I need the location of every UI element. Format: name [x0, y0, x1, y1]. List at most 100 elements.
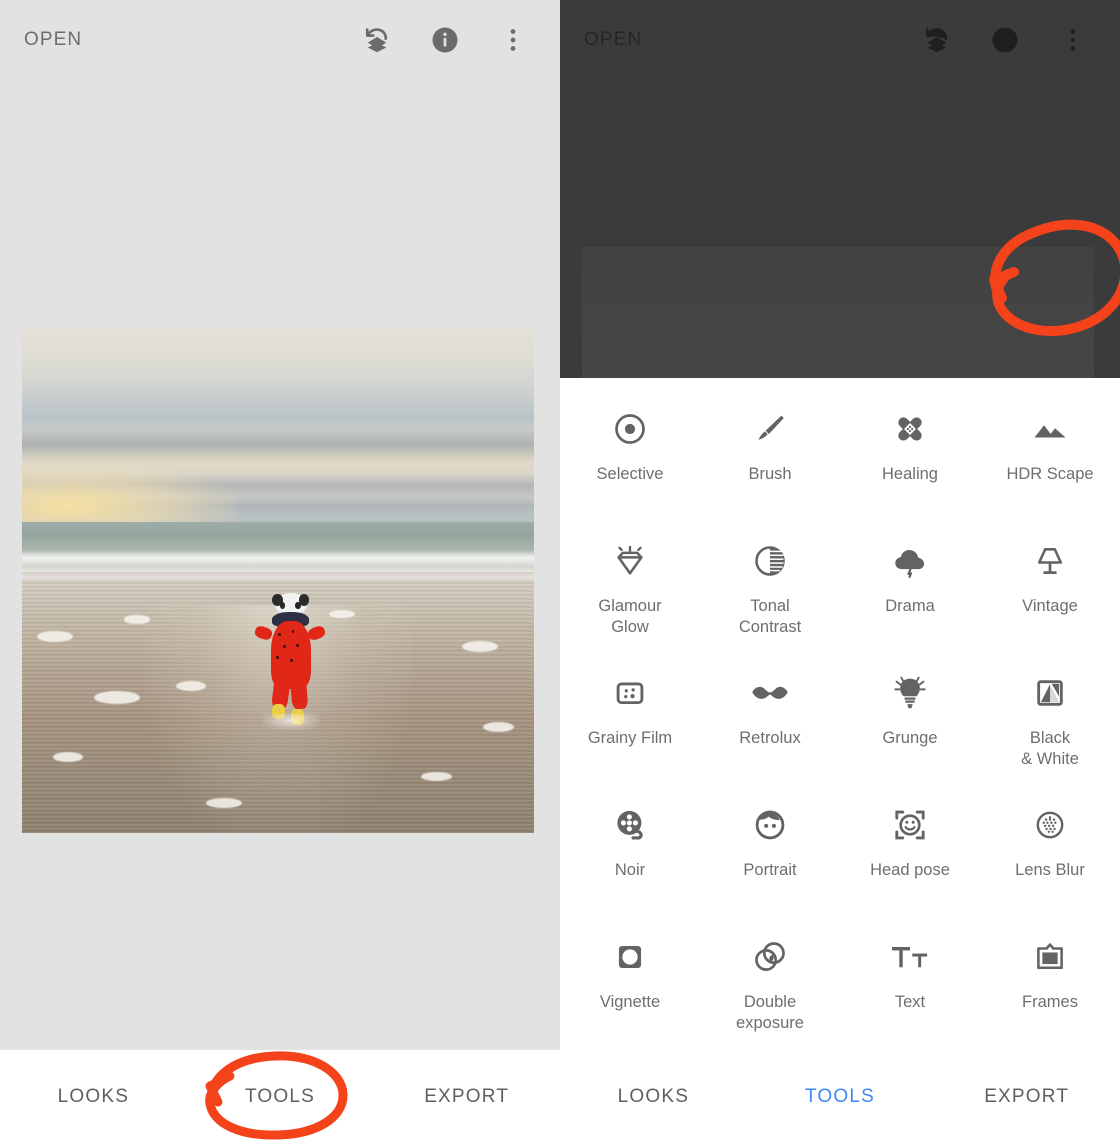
selective-icon	[612, 408, 648, 450]
left-bottom-nav: LOOKS TOOLS EXPORT	[0, 1050, 560, 1143]
tool-label: Noir	[614, 861, 646, 879]
tool-head-pose[interactable]: Head pose	[840, 788, 980, 920]
tool-grunge[interactable]: Grunge	[840, 656, 980, 788]
tool-black-and-white[interactable]: Black & White	[980, 656, 1120, 788]
ladybug-dot	[282, 645, 286, 649]
tool-label: Grunge	[882, 729, 938, 747]
tool-label: Vintage	[1022, 597, 1078, 615]
left-topbar-actions	[362, 25, 536, 55]
ladybug-dot	[276, 656, 280, 660]
healing-icon	[892, 408, 928, 450]
ladybug-dot	[289, 659, 293, 663]
frames-icon	[1033, 936, 1067, 978]
photo-foam	[124, 615, 150, 624]
nav-tab-export[interactable]: EXPORT	[933, 1086, 1120, 1108]
tool-label: Tonal Contrast	[738, 597, 802, 636]
water-splash	[262, 714, 319, 730]
tool-label: Double exposure	[736, 993, 804, 1032]
leg	[289, 674, 309, 710]
tool-selective[interactable]: Selective	[560, 392, 700, 524]
tool-drama[interactable]: Drama	[840, 524, 980, 656]
undo-layers-icon[interactable]	[362, 25, 392, 55]
tool-label: Text	[894, 993, 926, 1011]
photo-stage[interactable]	[0, 80, 560, 1050]
tonal-contrast-icon	[752, 540, 788, 582]
right-panel-tools-open: OPEN Selective Brush Healing HDR Scape G…	[560, 0, 1120, 1143]
undo-layers-icon[interactable]	[922, 25, 952, 55]
nav-tab-export[interactable]: EXPORT	[373, 1086, 560, 1108]
black-and-white-icon	[1033, 672, 1067, 714]
hdr-scape-icon	[1031, 408, 1069, 450]
left-panel-before-state: OPEN LOOKS TOOLS EXPORT	[0, 0, 560, 1143]
right-topbar-actions	[922, 25, 1096, 55]
ladybug-dot	[296, 644, 300, 648]
tool-label: Glamour Glow	[598, 597, 662, 636]
panda-eye	[295, 602, 301, 609]
open-button-left[interactable]: OPEN	[24, 29, 82, 51]
lens-blur-icon	[1033, 804, 1067, 846]
tools-grid: Selective Brush Healing HDR Scape Glamou…	[560, 378, 1120, 1052]
photo-foam	[482, 721, 514, 732]
grainy-film-icon	[613, 672, 647, 714]
ladybug-dot	[277, 633, 281, 637]
tool-vintage[interactable]: Vintage	[980, 524, 1120, 656]
tool-label: Drama	[885, 597, 935, 615]
tool-frames[interactable]: Frames	[980, 920, 1120, 1052]
tool-hdr-scape[interactable]: HDR Scape	[980, 392, 1120, 524]
open-button-right[interactable]: OPEN	[584, 29, 642, 51]
double-exposure-icon	[752, 936, 788, 978]
ladybug-dot	[291, 630, 295, 634]
info-icon[interactable]	[990, 25, 1020, 55]
info-icon[interactable]	[430, 25, 460, 55]
tool-label: Grainy Film	[587, 729, 673, 747]
right-topbar: OPEN	[560, 0, 1120, 80]
tool-text[interactable]: Text	[840, 920, 980, 1052]
tool-portrait[interactable]: Portrait	[700, 788, 840, 920]
text-icon	[890, 936, 930, 978]
left-topbar: OPEN	[0, 0, 560, 80]
head-pose-icon	[892, 804, 928, 846]
tool-glamour-glow[interactable]: Glamour Glow	[560, 524, 700, 656]
tool-retrolux[interactable]: Retrolux	[700, 656, 840, 788]
overflow-menu-icon[interactable]	[1058, 25, 1088, 55]
photo-foam	[462, 640, 499, 652]
nav-tab-looks[interactable]: LOOKS	[560, 1086, 747, 1108]
glamour-glow-icon	[612, 540, 648, 582]
child-subject	[253, 593, 327, 730]
tool-vignette[interactable]: Vignette	[560, 920, 700, 1052]
grunge-icon	[892, 672, 928, 714]
tool-label: Portrait	[743, 861, 797, 879]
tool-lens-blur[interactable]: Lens Blur	[980, 788, 1120, 920]
vintage-icon	[1032, 540, 1068, 582]
tool-label: Black & White	[1021, 729, 1079, 768]
tool-double-exposure[interactable]: Double exposure	[700, 920, 840, 1052]
tool-label: Vignette	[599, 993, 661, 1011]
snapseed-tutorial-screenshot: OPEN LOOKS TOOLS EXPORT OPEN Selective B…	[0, 0, 1120, 1143]
tool-label: Selective	[596, 465, 664, 483]
tool-label: Brush	[748, 465, 792, 483]
dimmed-photo-edge	[582, 247, 1094, 378]
vignette-icon	[613, 936, 647, 978]
tool-grainy-film[interactable]: Grainy Film	[560, 656, 700, 788]
overflow-menu-icon[interactable]	[498, 25, 528, 55]
tool-label: Lens Blur	[1015, 861, 1085, 879]
noir-icon	[612, 804, 648, 846]
tool-noir[interactable]: Noir	[560, 788, 700, 920]
tool-label: Head pose	[870, 861, 950, 879]
tool-tonal-contrast[interactable]: Tonal Contrast	[700, 524, 840, 656]
retrolux-icon	[750, 672, 790, 714]
nav-tab-looks[interactable]: LOOKS	[0, 1086, 187, 1108]
tool-brush[interactable]: Brush	[700, 392, 840, 524]
nav-tab-tools[interactable]: TOOLS	[187, 1086, 374, 1108]
tool-label: Healing	[882, 465, 938, 483]
tool-label: HDR Scape	[1006, 465, 1094, 483]
right-bottom-nav: LOOKS TOOLS EXPORT	[560, 1050, 1120, 1143]
nav-tab-tools[interactable]: TOOLS	[747, 1086, 934, 1108]
photo-surf-line	[22, 549, 534, 567]
drama-icon	[892, 540, 928, 582]
tool-label: Frames	[1022, 993, 1078, 1011]
beach-photo[interactable]	[22, 327, 534, 833]
photo-cloud-band	[22, 428, 534, 464]
tool-healing[interactable]: Healing	[840, 392, 980, 524]
tool-label: Retrolux	[739, 729, 801, 747]
